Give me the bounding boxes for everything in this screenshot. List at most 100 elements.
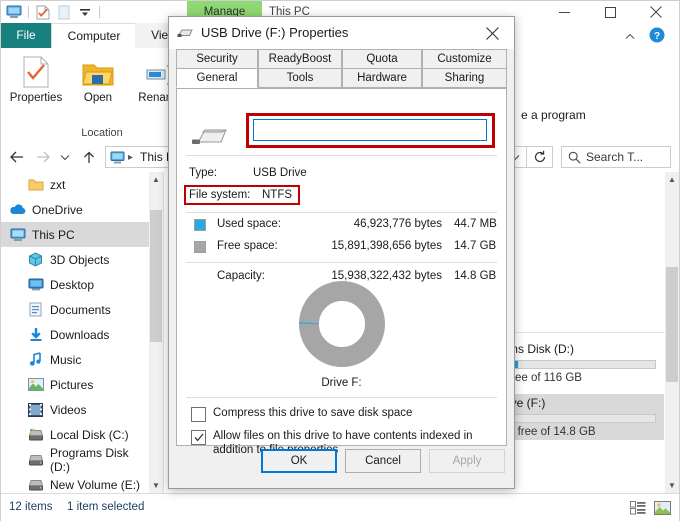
search-input[interactable]: Search T... bbox=[561, 146, 671, 168]
back-button[interactable] bbox=[7, 147, 27, 167]
tab-general[interactable]: General bbox=[176, 68, 258, 88]
sidebar-item-downloads[interactable]: Downloads bbox=[1, 322, 149, 347]
scrollbar-thumb[interactable] bbox=[150, 210, 162, 342]
sidebar-item-new-volume-e[interactable]: New Volume (E:) bbox=[1, 472, 149, 493]
ribbon-tab-file[interactable]: File bbox=[1, 23, 51, 48]
drive-tile-d[interactable]: ms Disk (D:) free of 116 GB bbox=[504, 340, 664, 386]
music-icon bbox=[27, 351, 44, 368]
ribbon-button-label: Properties bbox=[9, 92, 63, 104]
chevron-up-icon[interactable] bbox=[621, 27, 639, 45]
this-pc-icon[interactable] bbox=[5, 3, 23, 21]
view-buttons bbox=[629, 499, 671, 517]
maximize-button[interactable] bbox=[587, 1, 633, 23]
tab-security[interactable]: Security bbox=[176, 49, 258, 69]
documents-icon bbox=[27, 301, 44, 318]
file-system-label: File system: bbox=[189, 189, 251, 201]
videos-icon bbox=[27, 401, 44, 418]
new-folder-icon[interactable] bbox=[55, 3, 73, 21]
divider-3 bbox=[186, 262, 497, 263]
sidebar-item-zxt[interactable]: zxt bbox=[1, 172, 149, 197]
cancel-button[interactable]: Cancel bbox=[345, 449, 421, 473]
sidebar-item-label: Videos bbox=[50, 402, 87, 417]
drive-usage-bar bbox=[508, 360, 656, 369]
quick-access-toolbar bbox=[5, 3, 102, 21]
scroll-up-icon[interactable]: ▲ bbox=[149, 172, 163, 187]
up-button[interactable] bbox=[79, 147, 99, 167]
minimize-button[interactable] bbox=[541, 1, 587, 23]
free-space-size: 14.7 GB bbox=[454, 240, 497, 252]
downloads-icon bbox=[27, 326, 44, 343]
divider-4 bbox=[186, 397, 497, 398]
index-contents-checkbox[interactable] bbox=[191, 430, 206, 445]
help-icon[interactable]: ? bbox=[649, 27, 665, 43]
sidebar-item-desktop[interactable]: Desktop bbox=[1, 272, 149, 297]
apply-button[interactable]: Apply bbox=[429, 449, 505, 473]
sidebar-item-local-disk-c[interactable]: Local Disk (C:) bbox=[1, 422, 149, 447]
tab-readyboost[interactable]: ReadyBoost bbox=[258, 49, 342, 69]
ribbon-button-properties[interactable]: Properties bbox=[5, 54, 67, 104]
large-icons-view-button[interactable] bbox=[653, 499, 671, 517]
sidebar-item-label: Programs Disk (D:) bbox=[50, 445, 129, 474]
checkmark-icon bbox=[194, 433, 203, 442]
dialog-title: USB Drive (F:) Properties bbox=[201, 25, 349, 40]
scroll-down-icon[interactable]: ▼ bbox=[149, 478, 163, 493]
content-scrollbar[interactable]: ▲ ▼ bbox=[665, 172, 679, 493]
close-button[interactable] bbox=[633, 1, 679, 23]
navigation-scrollbar[interactable]: ▲ ▼ bbox=[149, 172, 164, 493]
compress-drive-checkbox-row[interactable]: Compress this drive to save disk space bbox=[191, 406, 491, 422]
sidebar-item-label: This PC bbox=[32, 227, 75, 242]
forward-button[interactable] bbox=[33, 147, 53, 167]
customize-dropdown-icon[interactable] bbox=[76, 3, 94, 21]
volume-label-input[interactable] bbox=[253, 119, 487, 141]
folder-icon bbox=[27, 176, 44, 193]
details-view-button[interactable] bbox=[629, 499, 647, 517]
sidebar-item-onedrive[interactable]: OneDrive bbox=[1, 197, 149, 222]
desktop-icon bbox=[27, 276, 44, 293]
content-section-separator bbox=[507, 332, 665, 333]
sidebar-item-label: Documents bbox=[50, 302, 111, 317]
tab-sharing[interactable]: Sharing bbox=[422, 68, 507, 88]
status-bar: 12 items 1 item selected bbox=[1, 493, 679, 521]
tab-quota[interactable]: Quota bbox=[342, 49, 422, 69]
scrollbar-thumb[interactable] bbox=[666, 267, 678, 382]
scroll-down-icon[interactable]: ▼ bbox=[665, 478, 679, 493]
ribbon-tab-computer[interactable]: Computer bbox=[51, 23, 137, 49]
free-space-label: Free space: bbox=[217, 240, 278, 252]
sidebar-item-label: New Volume (E:) bbox=[50, 477, 141, 492]
close-icon[interactable] bbox=[470, 17, 514, 49]
tab-customize[interactable]: Customize bbox=[422, 49, 507, 69]
drive-free-text: 3 free of 14.8 GB bbox=[508, 426, 596, 438]
window-controls bbox=[541, 1, 679, 23]
sidebar-item-this-pc[interactable]: This PC bbox=[1, 222, 149, 247]
tab-hardware[interactable]: Hardware bbox=[342, 68, 422, 88]
type-value: USB Drive bbox=[253, 167, 307, 179]
sidebar-item-programs-disk-d[interactable]: Programs Disk (D:) bbox=[1, 445, 149, 474]
recent-locations-button[interactable] bbox=[57, 147, 73, 167]
sidebar-item-pictures[interactable]: Pictures bbox=[1, 372, 149, 397]
sidebar-item-3d-objects[interactable]: 3D Objects bbox=[1, 247, 149, 272]
ribbon-button-open[interactable]: Open bbox=[67, 54, 129, 104]
usb-drive-icon bbox=[177, 25, 195, 41]
free-space-bytes: 15,891,398,656 bytes bbox=[331, 240, 442, 252]
refresh-button[interactable] bbox=[527, 146, 553, 168]
type-label: Type: bbox=[189, 167, 218, 179]
dialog-tabstrip: Security ReadyBoost Quota Customize Gene… bbox=[176, 49, 507, 89]
status-item-count: 12 items bbox=[9, 501, 53, 513]
drive-free-text: free of 116 GB bbox=[508, 372, 582, 384]
sidebar-item-videos[interactable]: Videos bbox=[1, 397, 149, 422]
compress-drive-checkbox[interactable] bbox=[191, 407, 206, 422]
scroll-up-icon[interactable]: ▲ bbox=[665, 172, 679, 187]
sidebar-item-label: Downloads bbox=[50, 327, 110, 342]
sidebar-item-music[interactable]: Music bbox=[1, 347, 149, 372]
drive-caption: Drive F: bbox=[321, 377, 362, 389]
properties-icon[interactable] bbox=[34, 3, 52, 21]
ok-button[interactable]: OK bbox=[261, 449, 337, 473]
sidebar-item-documents[interactable]: Documents bbox=[1, 297, 149, 322]
divider-2 bbox=[186, 212, 497, 213]
ribbon-button-label: Open bbox=[83, 92, 113, 104]
capacity-size: 14.8 GB bbox=[454, 270, 497, 282]
free-space-swatch bbox=[194, 241, 206, 253]
tab-tools[interactable]: Tools bbox=[258, 68, 342, 88]
toolbar-divider-2 bbox=[99, 6, 100, 18]
drive-tile-f[interactable]: ive (F:) 3 free of 14.8 GB bbox=[504, 394, 664, 440]
